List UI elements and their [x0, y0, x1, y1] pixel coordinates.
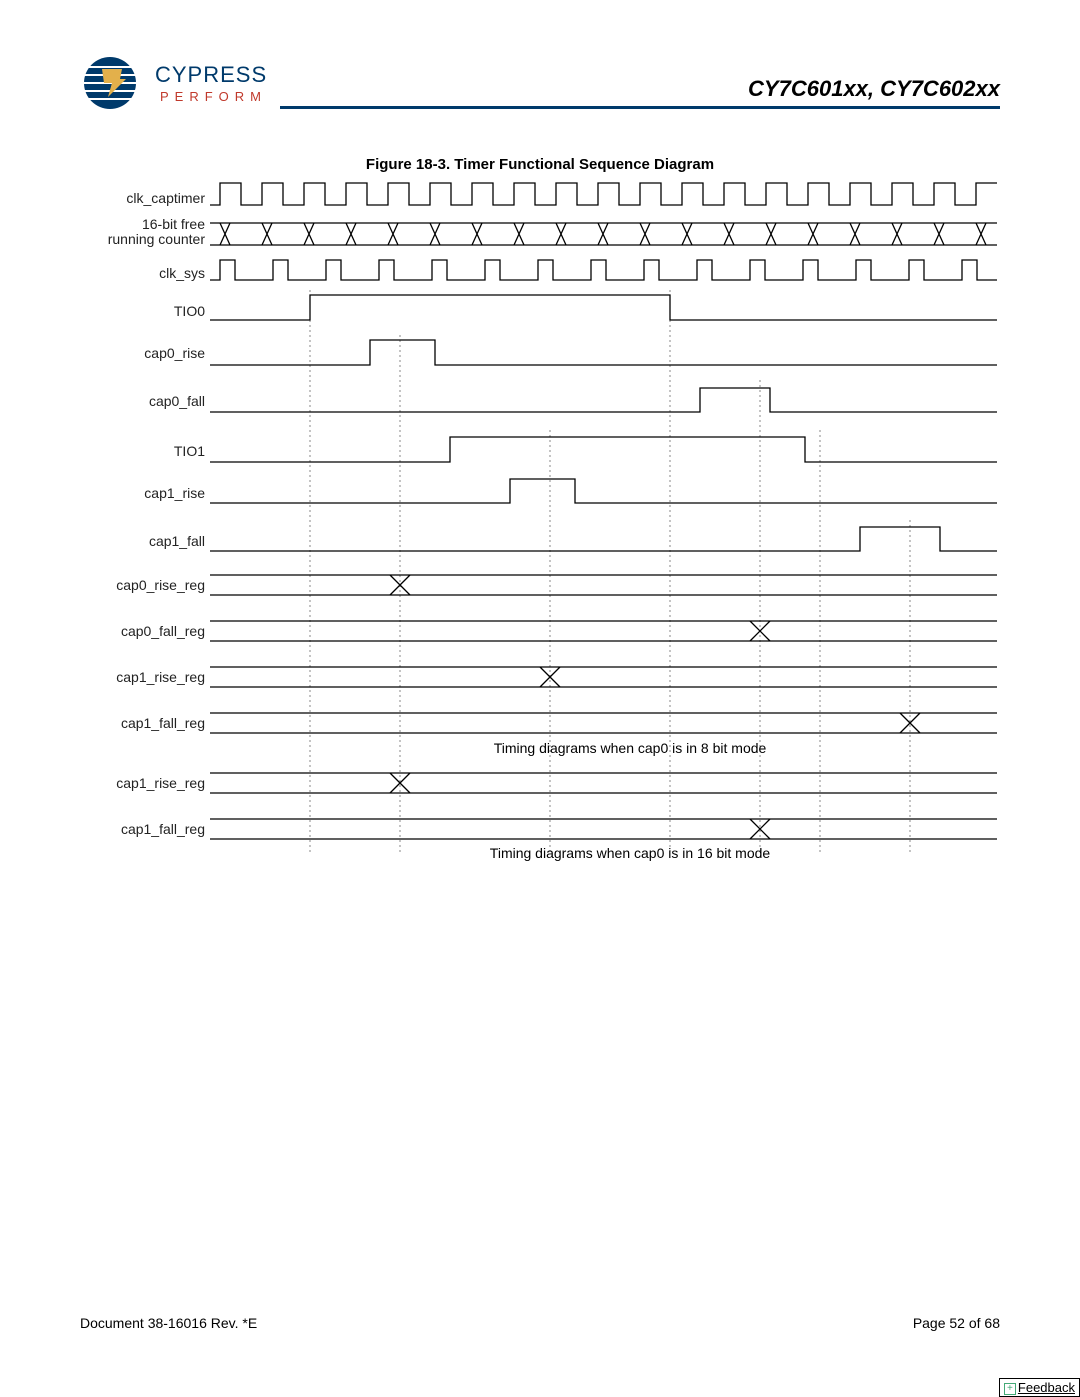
label-cap0-rise: cap0_rise: [80, 345, 205, 361]
label-tio0: TIO0: [80, 303, 205, 319]
label-counter16: 16-bit free running counter: [80, 217, 205, 248]
label-clk-captimer: clk_captimer: [80, 190, 205, 206]
annotation-8bit: Timing diagrams when cap0 is in 8 bit mo…: [430, 740, 830, 756]
label-cap0-rise-reg: cap0_rise_reg: [80, 577, 205, 593]
label-cap1-rise: cap1_rise: [80, 485, 205, 501]
globe-icon: [80, 55, 150, 110]
label-cap1-rise-reg16: cap1_rise_reg: [80, 775, 205, 791]
label-tio1: TIO1: [80, 443, 205, 459]
figure-title: Figure 18-3. Timer Functional Sequence D…: [0, 156, 1080, 173]
logo-text: CYPRESS: [155, 62, 267, 88]
label-cap1-rise-reg: cap1_rise_reg: [80, 669, 205, 685]
label-cap1-fall: cap1_fall: [80, 533, 205, 549]
waveform-svg: [210, 175, 1000, 875]
page-number: Page 52 of 68: [913, 1315, 1000, 1331]
cypress-logo: CYPRESS PERFORM: [80, 55, 260, 115]
document-revision: Document 38-16016 Rev. *E: [80, 1315, 257, 1331]
datasheet-page: CYPRESS PERFORM CY7C601xx, CY7C602xx Fig…: [0, 0, 1080, 1397]
annotation-16bit: Timing diagrams when cap0 is in 16 bit m…: [430, 845, 830, 861]
label-clk-sys: clk_sys: [80, 265, 205, 281]
label-cap1-fall-reg16: cap1_fall_reg: [80, 821, 205, 837]
label-cap0-fall: cap0_fall: [80, 393, 205, 409]
feedback-button[interactable]: +Feedback: [999, 1378, 1080, 1397]
plus-icon: +: [1004, 1383, 1016, 1395]
feedback-label: Feedback: [1018, 1380, 1075, 1395]
header-rule: [280, 106, 1000, 109]
label-cap1-fall-reg: cap1_fall_reg: [80, 715, 205, 731]
logo-tagline: PERFORM: [160, 89, 267, 104]
timing-diagram: clk_captimer 16-bit free running counter…: [80, 175, 1000, 875]
part-number-heading: CY7C601xx, CY7C602xx: [748, 76, 1000, 102]
label-cap0-fall-reg: cap0_fall_reg: [80, 623, 205, 639]
